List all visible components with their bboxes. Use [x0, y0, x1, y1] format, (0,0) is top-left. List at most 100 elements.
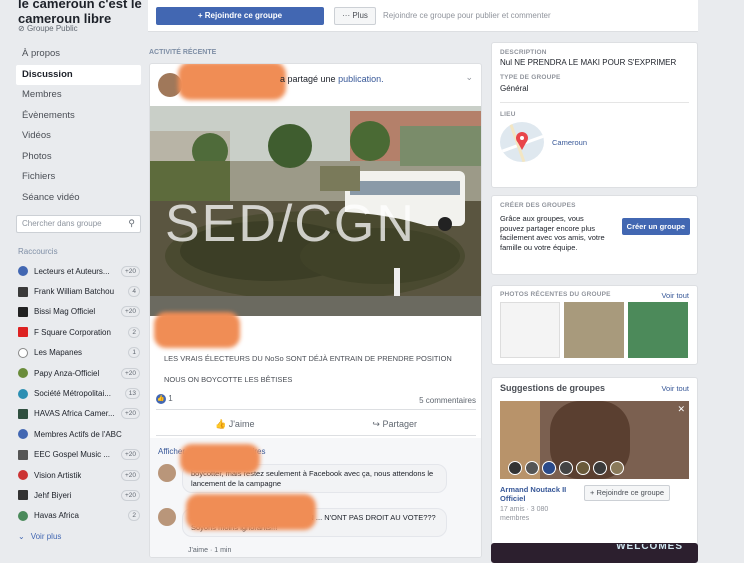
- group-icon: [18, 510, 28, 521]
- shortcut-item[interactable]: F Square Corporation 2: [18, 322, 142, 342]
- create-group-header: CRÉER DES GROUPES: [500, 202, 576, 209]
- member-avatar: [610, 461, 624, 475]
- suggested-group-text: Armand Noutack II Officiel 17 amis · 3 0…: [500, 485, 578, 523]
- group-type: Général: [500, 84, 529, 93]
- share-icon: ↪: [372, 419, 380, 429]
- suggested-group-cover[interactable]: ✕: [500, 401, 689, 479]
- chevron-down-icon[interactable]: ⌄: [465, 72, 473, 83]
- watermark: SED/CGN: [165, 195, 416, 253]
- likes-count[interactable]: 1: [168, 394, 172, 403]
- group-nav: À propos Discussion Membres Évènements V…: [16, 44, 141, 208]
- see-all-suggestions-link[interactable]: Voir tout: [661, 384, 689, 393]
- photo-thumbnail[interactable]: [628, 302, 688, 358]
- commenter-avatar[interactable]: [158, 508, 176, 526]
- more-button[interactable]: ··· Plus: [334, 7, 376, 25]
- shortcut-item[interactable]: Jehf Biyeri +20: [18, 485, 142, 505]
- shortcut-count: 2: [128, 326, 140, 338]
- group-icon: [18, 286, 28, 297]
- photo-grid: [500, 302, 689, 358]
- shortcut-label: Frank William Batchou: [34, 287, 115, 297]
- group-icon: [18, 470, 28, 481]
- shortcut-label: EEC Gospel Music ...: [34, 450, 111, 460]
- shortcut-count: +20: [120, 489, 140, 501]
- comment-meta[interactable]: J'aime · 1 min: [188, 547, 231, 554]
- shortcut-item[interactable]: Lecteurs et Auteurs... +20: [18, 261, 142, 281]
- description-label: DESCRIPTION: [500, 49, 547, 56]
- nav-photos[interactable]: Photos: [16, 147, 141, 168]
- suggested-group-info: Armand Noutack II Officiel 17 amis · 3 0…: [500, 485, 689, 523]
- member-avatar: [542, 461, 556, 475]
- shortcut-item[interactable]: Frank William Batchou 4: [18, 281, 142, 301]
- nav-discussion[interactable]: Discussion: [16, 64, 141, 85]
- shortcut-item[interactable]: Société Métropolitai... 13: [18, 383, 142, 403]
- redacted-name: [154, 312, 240, 348]
- like-button[interactable]: 👍 J'aime: [215, 419, 254, 430]
- shortcut-count: 13: [124, 388, 140, 400]
- location-row: Cameroun: [500, 122, 689, 162]
- nav-video-session[interactable]: Séance vidéo: [16, 188, 141, 209]
- photo-thumbnail[interactable]: [564, 302, 624, 358]
- group-action-bar: + Rejoindre ce groupe ··· Plus Rejoindre…: [148, 0, 698, 32]
- see-all-photos-link[interactable]: Voir tout: [661, 291, 689, 300]
- group-suggestions-card: Suggestions de groupes Voir tout ✕ Arman…: [491, 377, 698, 558]
- recent-photos-card: PHOTOS RÉCENTES DU GROUPE Voir tout: [491, 285, 698, 365]
- shortcut-label: Jehf Biyeri: [34, 490, 72, 500]
- shortcut-count: +20: [120, 306, 140, 318]
- commenter-avatar[interactable]: [158, 464, 176, 482]
- search-icon: ⚲: [128, 218, 135, 228]
- redacted-author: [178, 64, 286, 100]
- join-suggested-group-button[interactable]: + Rejoindre ce groupe: [584, 485, 671, 501]
- shortcut-item[interactable]: EEC Gospel Music ... +20: [18, 445, 142, 465]
- join-group-button[interactable]: + Rejoindre ce groupe: [156, 7, 324, 25]
- nav-members[interactable]: Membres: [16, 85, 141, 106]
- suggested-group-name[interactable]: Armand Noutack II Officiel: [500, 485, 578, 503]
- shortcut-item[interactable]: Les Mapanes 1: [18, 343, 142, 363]
- shortcut-item[interactable]: Bissi Mag Officiel +20: [18, 302, 142, 322]
- shortcut-label: Les Mapanes: [34, 348, 83, 358]
- next-suggestion-preview: WELCOMES: [491, 543, 698, 563]
- group-privacy-label: Groupe Public: [26, 24, 78, 33]
- post-header: a partagé une publication.: [280, 74, 384, 84]
- shortcut-label: Havas Africa: [34, 511, 79, 521]
- group-type-label: TYPE DE GROUPE: [500, 74, 561, 81]
- see-more-link[interactable]: ⌄ Voir plus: [18, 526, 142, 546]
- group-search-input[interactable]: Chercher dans groupe ⚲: [16, 215, 141, 233]
- group-icon: [18, 266, 28, 277]
- group-title[interactable]: le cameroun c'est le cameroun libre: [18, 0, 143, 26]
- post-card: a partagé une publication. ⌄ SED/CGN LES…: [149, 63, 482, 558]
- close-icon[interactable]: ✕: [677, 404, 685, 415]
- shortcut-item[interactable]: Membres Actifs de l'ABC: [18, 424, 142, 444]
- shortcut-item[interactable]: Havas Africa 2: [18, 506, 142, 526]
- nav-events[interactable]: Évènements: [16, 106, 141, 127]
- shortcut-count: 2: [128, 510, 140, 522]
- shortcut-count: +20: [120, 449, 140, 461]
- left-sidebar: le cameroun c'est le cameroun libre ⊘ Gr…: [0, 0, 148, 558]
- post-shared-text: a partagé une: [280, 74, 336, 84]
- post-photo[interactable]: SED/CGN: [150, 106, 481, 316]
- shortcut-count: 1: [128, 347, 140, 359]
- shortcut-item[interactable]: Vision Artistik +20: [18, 465, 142, 485]
- redacted-commenter: [186, 494, 316, 530]
- redacted-commenter: [180, 444, 260, 474]
- group-icon: [18, 347, 28, 358]
- nav-files[interactable]: Fichiers: [16, 167, 141, 188]
- comments-count[interactable]: 5 commentaires: [419, 396, 476, 405]
- map-thumbnail[interactable]: [500, 122, 544, 162]
- search-placeholder: Chercher dans groupe: [22, 219, 102, 228]
- shortcut-label: Membres Actifs de l'ABC: [34, 429, 122, 439]
- nav-videos[interactable]: Vidéos: [16, 126, 141, 147]
- shortcut-label: Vision Artistik: [34, 470, 82, 480]
- post-text: LES VRAIS ÉLECTEURS DU NoSo SONT DÉJÀ EN…: [164, 353, 474, 395]
- shortcut-count: +20: [120, 265, 140, 277]
- member-avatars: [508, 461, 624, 475]
- share-button[interactable]: ↪ Partager: [372, 419, 417, 430]
- shortcut-item[interactable]: Papy Anza-Officiel +20: [18, 363, 142, 383]
- shortcut-label: Papy Anza-Officiel: [34, 368, 100, 378]
- join-hint: Rejoindre ce groupe pour publier et comm…: [383, 11, 551, 20]
- shortcut-item[interactable]: HAVAS Africa Camer... +20: [18, 404, 142, 424]
- nav-about[interactable]: À propos: [16, 44, 141, 65]
- photo-thumbnail[interactable]: [500, 302, 560, 358]
- create-group-button[interactable]: Créer un groupe: [621, 218, 690, 235]
- location-link[interactable]: Cameroun: [552, 138, 587, 147]
- shared-post-link[interactable]: publication.: [338, 74, 384, 84]
